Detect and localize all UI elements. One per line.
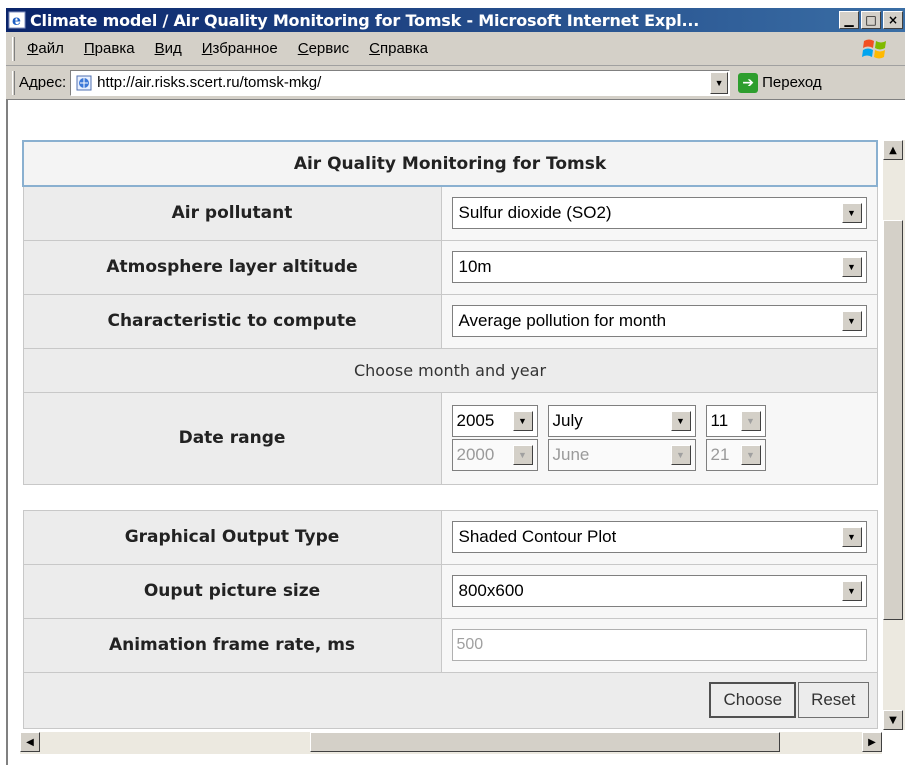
frame-rate-value: 500 [456, 636, 484, 653]
start-day-select[interactable]: 11 ▼ [705, 405, 766, 437]
menu-file[interactable]: Файл [27, 40, 64, 57]
close-button[interactable]: × [883, 11, 903, 29]
chevron-down-icon[interactable]: ▼ [670, 411, 691, 431]
frame-rate-label: Animation frame rate, ms [22, 617, 442, 673]
horizontal-scrollbar[interactable]: ◀ ▶ [20, 732, 882, 754]
chevron-down-icon[interactable]: ▼ [841, 311, 862, 331]
chevron-down-icon[interactable]: ▼ [841, 257, 862, 277]
end-month-value: June [552, 445, 590, 464]
chevron-down-icon[interactable]: ▼ [740, 445, 761, 465]
end-day-select[interactable]: 21 ▼ [705, 439, 766, 471]
date-range-end: 2000 ▼ June ▼ 21 ▼ [451, 439, 867, 471]
page-icon [75, 74, 93, 92]
pollutant-select[interactable]: Sulfur dioxide (SO2) ▼ [451, 197, 867, 230]
altitude-value: 10m [458, 257, 492, 276]
start-year-select[interactable]: 2005 ▼ [451, 405, 538, 437]
chevron-down-icon[interactable]: ▼ [841, 581, 862, 601]
chevron-down-icon[interactable]: ▼ [512, 445, 533, 465]
monitoring-form: Air Quality Monitoring for Tomsk Air pol… [22, 140, 878, 729]
toolbar-grip[interactable] [12, 36, 15, 61]
scroll-left-icon[interactable]: ◀ [20, 732, 40, 752]
picture-size-label: Ouput picture size [22, 563, 442, 619]
chevron-down-icon[interactable]: ▼ [740, 411, 761, 431]
start-month-value: July [552, 411, 583, 430]
reset-button[interactable]: Reset [798, 682, 869, 718]
form-actions: Choose Reset [22, 671, 878, 729]
go-button[interactable]: ➔ Переход [738, 72, 822, 93]
form-title: Air Quality Monitoring for Tomsk [22, 140, 878, 187]
arrow-right-icon: ➔ [738, 72, 759, 93]
menu-tools[interactable]: Сервис [298, 40, 349, 57]
address-bar: Адрес: http://air.risks.scert.ru/tomsk-m… [6, 66, 905, 100]
output-type-label: Graphical Output Type [22, 509, 442, 565]
pollutant-label: Air pollutant [22, 185, 442, 241]
choose-month-heading: Choose month and year [22, 347, 878, 393]
toolbar-grip[interactable] [12, 70, 15, 95]
end-year-value: 2000 [456, 445, 495, 464]
scroll-down-icon[interactable]: ▼ [883, 710, 903, 730]
start-year-value: 2005 [456, 411, 495, 430]
menu-favorites[interactable]: Избранное [202, 40, 278, 57]
choose-button[interactable]: Choose [709, 682, 797, 718]
menu-help[interactable]: Справка [369, 40, 428, 57]
chevron-down-icon[interactable]: ▼ [512, 411, 533, 431]
address-input[interactable]: http://air.risks.scert.ru/tomsk-mkg/ ▼ [70, 69, 731, 96]
end-day-value: 21 [710, 445, 730, 464]
altitude-select[interactable]: 10m ▼ [451, 251, 867, 283]
menu-view[interactable]: Вид [155, 40, 182, 57]
date-range-start: 2005 ▼ July ▼ 11 ▼ [451, 405, 867, 437]
window-titlebar[interactable]: e Climate model / Air Quality Monitoring… [6, 8, 905, 32]
scroll-up-icon[interactable]: ▲ [883, 140, 903, 160]
end-month-select[interactable]: June ▼ [547, 439, 696, 471]
minimize-button[interactable]: ▁ [839, 11, 859, 29]
windows-logo-icon [855, 35, 895, 63]
output-type-value: Shaded Contour Plot [458, 527, 617, 546]
chevron-down-icon[interactable]: ▼ [710, 71, 729, 94]
vertical-scrollbar[interactable]: ▲ ▼ [883, 140, 905, 730]
horizontal-scroll-thumb[interactable] [310, 732, 780, 752]
svg-text:e: e [12, 13, 21, 29]
picture-size-value: 800x600 [458, 581, 524, 600]
output-type-select[interactable]: Shaded Contour Plot ▼ [451, 521, 867, 553]
chevron-down-icon[interactable]: ▼ [841, 203, 862, 224]
menu-edit[interactable]: Правка [84, 40, 135, 57]
end-year-select[interactable]: 2000 ▼ [451, 439, 538, 471]
vertical-scroll-thumb[interactable] [883, 220, 903, 620]
characteristic-label: Characteristic to compute [22, 293, 442, 349]
address-label: Адрес: [19, 74, 67, 91]
address-url: http://air.risks.scert.ru/tomsk-mkg/ [97, 74, 322, 91]
start-day-value: 11 [710, 411, 729, 430]
scroll-right-icon[interactable]: ▶ [862, 732, 882, 752]
maximize-button[interactable]: □ [861, 11, 881, 29]
frame-rate-input[interactable]: 500 [451, 629, 867, 661]
picture-size-select[interactable]: 800x600 ▼ [451, 575, 867, 607]
start-month-select[interactable]: July ▼ [547, 405, 696, 437]
characteristic-value: Average pollution for month [458, 311, 667, 330]
go-label: Переход [762, 74, 822, 91]
date-range-label: Date range [22, 391, 442, 485]
window-title: Climate model / Air Quality Monitoring f… [30, 10, 700, 30]
chevron-down-icon[interactable]: ▼ [841, 527, 862, 547]
pollutant-value: Sulfur dioxide (SO2) [458, 203, 612, 223]
chevron-down-icon[interactable]: ▼ [670, 445, 691, 465]
internet-explorer-icon: e [8, 11, 26, 29]
menu-bar: Файл Правка Вид Избранное Сервис Справка [6, 32, 905, 66]
characteristic-select[interactable]: Average pollution for month ▼ [451, 305, 867, 337]
altitude-label: Atmosphere layer altitude [22, 239, 442, 295]
section-spacer [23, 484, 877, 510]
